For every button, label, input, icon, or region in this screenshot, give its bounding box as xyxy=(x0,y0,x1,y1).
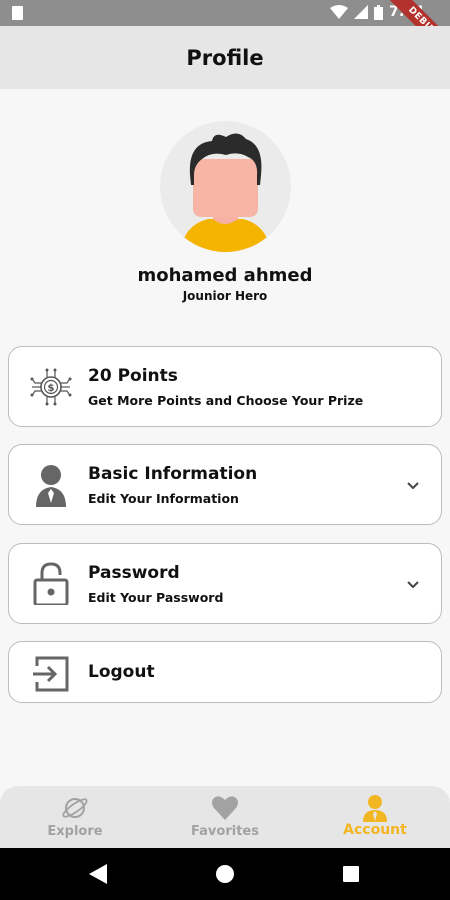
page-title: Profile xyxy=(186,45,264,70)
person-icon xyxy=(36,465,66,507)
password-title: Password xyxy=(88,563,180,583)
sd-card-icon xyxy=(12,6,23,20)
app-bar: Profile xyxy=(0,26,450,89)
nav-account-label: Account xyxy=(343,822,407,838)
user-name: mohamed ahmed xyxy=(137,265,313,286)
wifi-icon xyxy=(330,5,349,19)
points-title: 20 Points xyxy=(88,366,178,386)
heart-icon xyxy=(212,796,238,820)
logout-label: Logout xyxy=(88,662,155,682)
nav-favorites[interactable]: Favorites xyxy=(150,786,300,848)
password-subtitle: Edit Your Password xyxy=(88,590,224,605)
basic-information-card[interactable]: Basic Information Edit Your Information xyxy=(8,444,442,525)
dollar-coin-icon: $ xyxy=(30,368,72,406)
basic-information-title: Basic Information xyxy=(88,464,258,484)
basic-information-subtitle: Edit Your Information xyxy=(88,491,239,506)
system-navigation-bar xyxy=(0,848,450,900)
account-icon xyxy=(363,795,387,822)
battery-icon xyxy=(374,4,384,20)
recent-apps-icon[interactable] xyxy=(343,866,359,882)
chevron-down-icon[interactable] xyxy=(405,477,421,493)
logout-card[interactable]: Logout xyxy=(8,641,442,703)
svg-text:$: $ xyxy=(48,383,55,394)
nav-favorites-label: Favorites xyxy=(191,824,259,839)
points-card[interactable]: $ 20 Points Get More Points and Choose Y… xyxy=(8,346,442,427)
bottom-navigation: Explore Favorites Account xyxy=(0,786,450,848)
password-card[interactable]: Password Edit Your Password xyxy=(8,543,442,624)
nav-account[interactable]: Account xyxy=(300,786,450,848)
user-rank: Jounior Hero xyxy=(182,289,268,303)
lock-icon xyxy=(33,562,69,605)
signal-icon xyxy=(354,5,369,19)
planet-icon xyxy=(62,798,88,818)
avatar xyxy=(160,121,291,252)
nav-explore-label: Explore xyxy=(47,824,103,839)
logout-icon xyxy=(33,656,69,692)
status-bar: 7:04 DEBUG xyxy=(0,0,450,67)
chevron-down-icon[interactable] xyxy=(405,576,421,592)
home-icon[interactable] xyxy=(216,865,234,883)
nav-explore[interactable]: Explore xyxy=(0,786,150,848)
points-subtitle: Get More Points and Choose Your Prize xyxy=(88,393,364,408)
back-icon[interactable] xyxy=(89,864,107,884)
avatar-illustration xyxy=(180,133,271,252)
